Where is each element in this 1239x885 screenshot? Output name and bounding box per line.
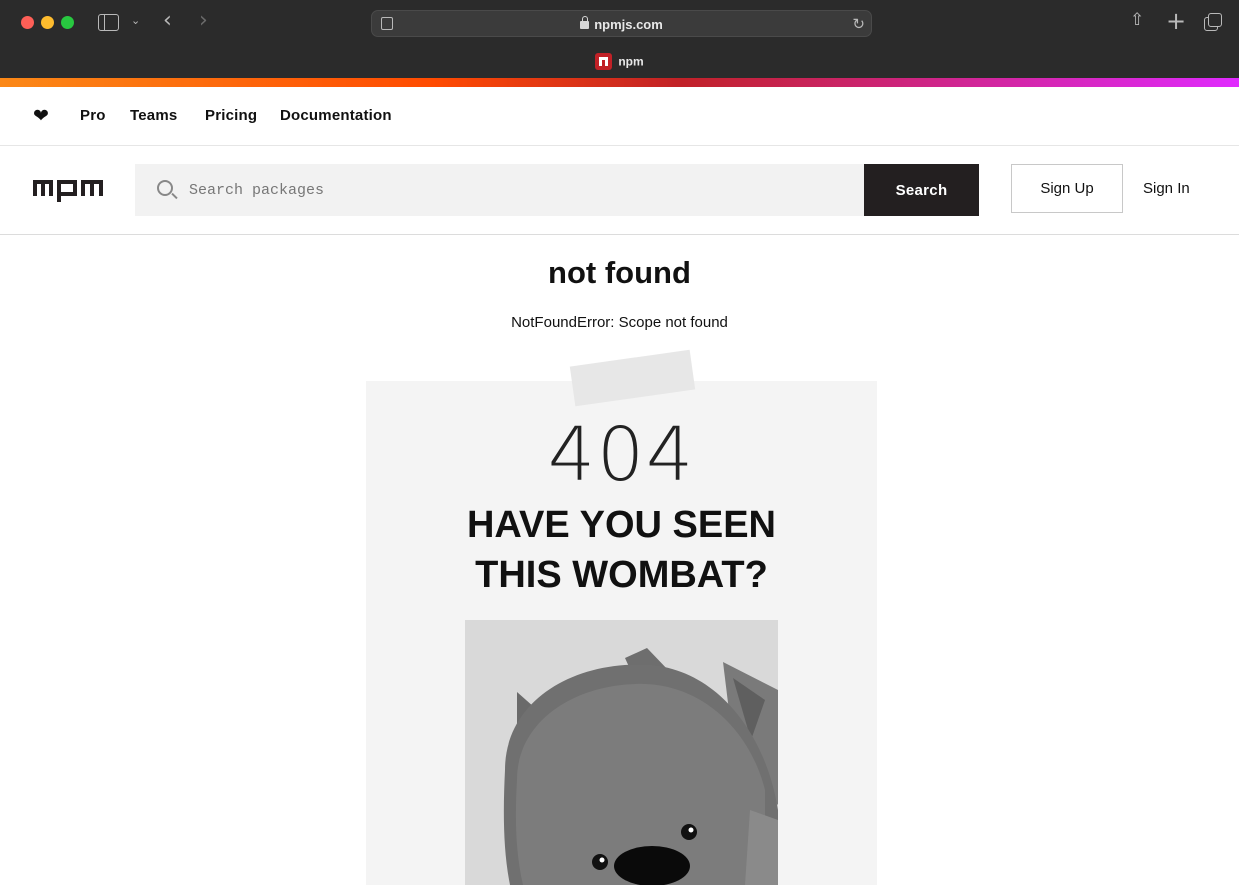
nav-teams[interactable]: Teams	[130, 107, 177, 124]
nav-pricing[interactable]: Pricing	[205, 107, 257, 124]
minimize-window-button[interactable]	[41, 16, 54, 29]
search-icon	[157, 180, 173, 196]
url-text: npmjs.com	[594, 17, 663, 32]
brand-gradient-bar	[0, 78, 1239, 87]
top-nav	[0, 87, 1239, 146]
tab-title-text: npm	[618, 54, 644, 69]
reload-icon[interactable]: ↻	[852, 15, 865, 33]
chevron-down-icon[interactable]: ⌄	[131, 15, 140, 26]
back-icon[interactable]: ‹	[163, 10, 172, 32]
zoom-window-button[interactable]	[61, 16, 74, 29]
npm-logo[interactable]	[33, 180, 103, 202]
sidebar-icon[interactable]	[98, 14, 119, 31]
poster-headline-line2: THIS WOMBAT?	[475, 554, 768, 596]
close-window-button[interactable]	[21, 16, 34, 29]
wombat-illustration	[465, 620, 778, 885]
sign-in-link[interactable]: Sign In	[1143, 180, 1190, 197]
address-bar[interactable]: npmjs.com ↻	[371, 10, 872, 37]
nav-pro[interactable]: Pro	[80, 107, 106, 124]
new-tab-icon[interactable]: +	[1166, 9, 1186, 33]
sign-up-button[interactable]: Sign Up	[1011, 164, 1123, 213]
npm-favicon-icon	[595, 53, 613, 70]
heart-icon[interactable]: ❤	[33, 105, 49, 127]
active-tab[interactable]: npm	[0, 53, 1239, 71]
browser-chrome: ⌄ ‹ › npmjs.com ↻ ⇧ + npm	[0, 0, 1239, 78]
error-message: NotFoundError: Scope not found	[511, 314, 728, 331]
share-icon[interactable]: ⇧	[1130, 12, 1144, 29]
page-title: not found	[548, 255, 691, 290]
poster-404: 404	[547, 412, 696, 498]
forward-icon[interactable]: ›	[199, 10, 208, 32]
poster-headline-line1: HAVE YOU SEEN	[466, 504, 776, 546]
poster-headline: HAVE YOU SEEN THIS WOMBAT?	[366, 500, 877, 600]
tab-overview-icon[interactable]	[1204, 13, 1222, 31]
search-input[interactable]	[189, 178, 849, 202]
search-button[interactable]: Search	[864, 164, 979, 216]
nav-documentation[interactable]: Documentation	[280, 107, 392, 124]
url-display: npmjs.com	[372, 16, 871, 32]
lock-icon	[580, 16, 590, 29]
